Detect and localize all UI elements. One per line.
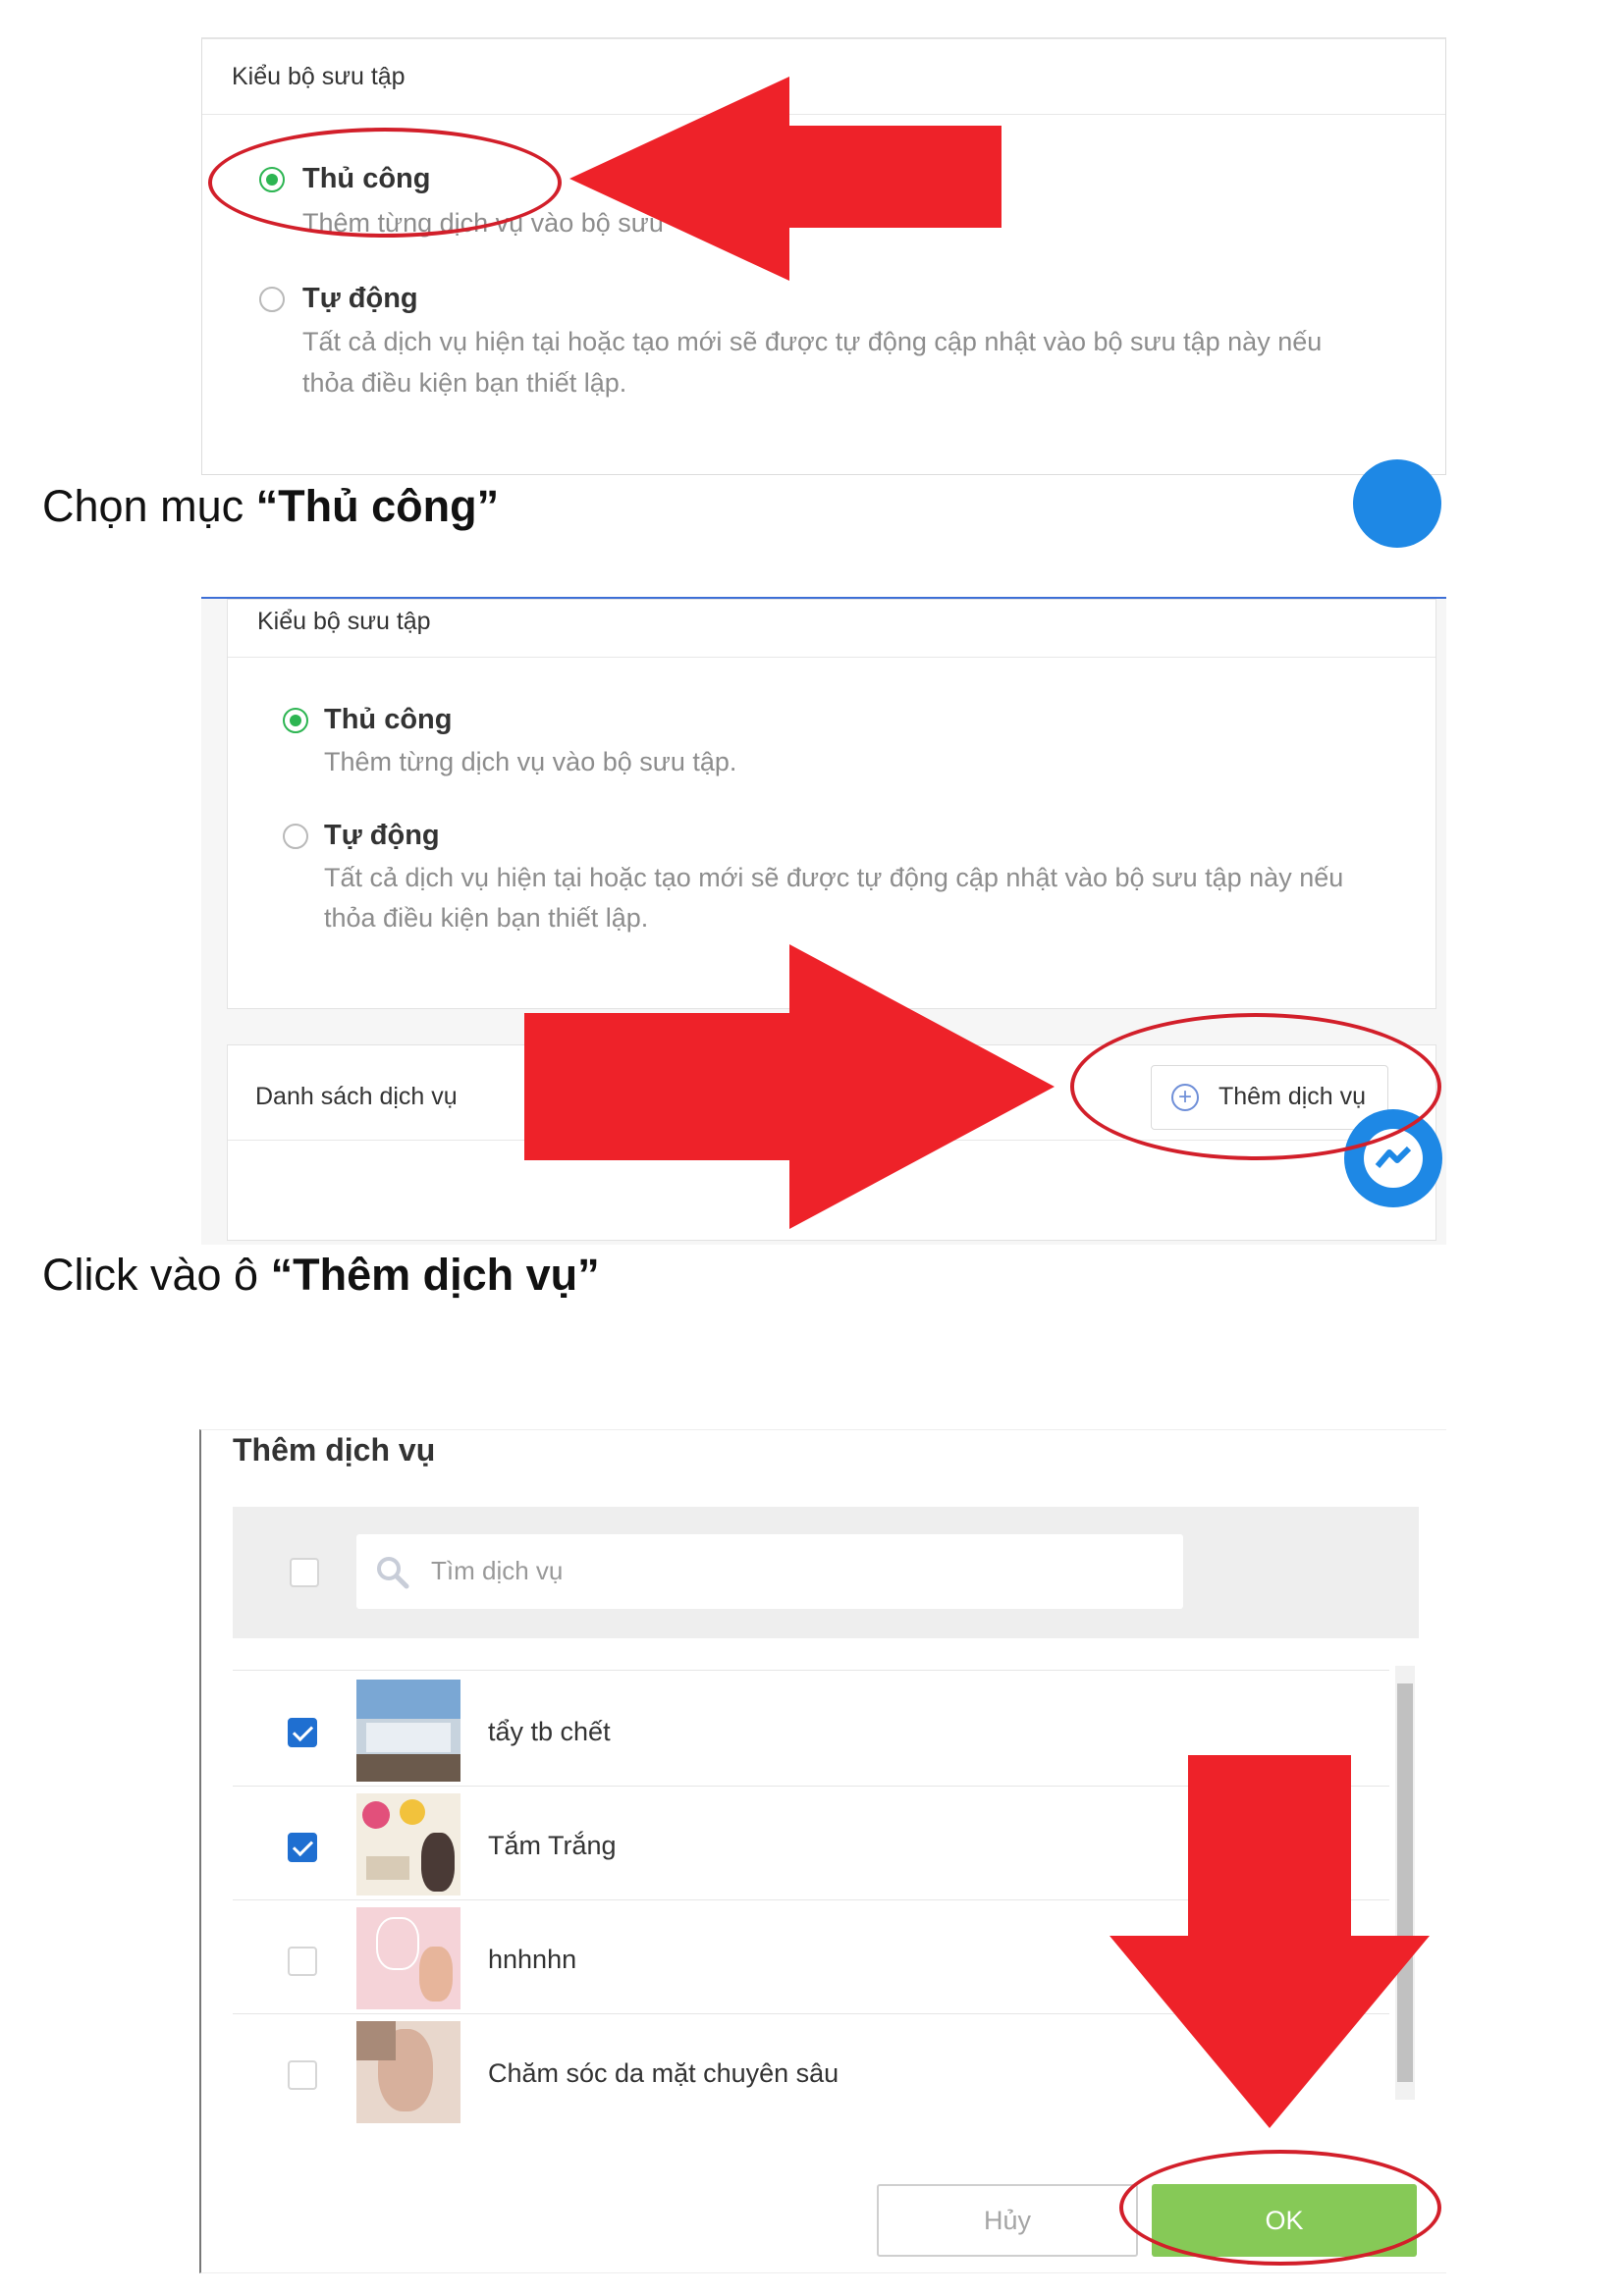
- auto-radio[interactable]: [259, 287, 285, 312]
- caption-bold: “Thủ công”: [255, 481, 500, 531]
- step1-caption: Chọn mục “Thủ công”: [42, 481, 499, 532]
- service-name: Tắm Trắng: [488, 1831, 617, 1860]
- select-all-checkbox[interactable]: [290, 1558, 319, 1587]
- search-icon: [377, 1557, 409, 1589]
- step2-caption: Click vào ô “Thêm dịch vụ”: [42, 1250, 600, 1301]
- arrow-icon: [1110, 1755, 1430, 2128]
- auto-description-line2: thỏa điều kiện bạn thiết lập.: [302, 368, 627, 398]
- search-bar-area: Tìm dịch vụ: [233, 1507, 1419, 1638]
- item-checkbox[interactable]: [288, 1947, 317, 1976]
- auto-description-line1: Tất cả dịch vụ hiện tại hoặc tạo mới sẽ …: [302, 327, 1323, 356]
- divider: [228, 657, 1435, 658]
- item-checkbox[interactable]: [288, 1718, 317, 1747]
- highlight-ellipse: [1119, 2150, 1441, 2266]
- caption-text: Click vào ô: [42, 1250, 271, 1300]
- collection-type-title: Kiểu bộ sưu tập: [232, 63, 406, 90]
- highlight-ellipse: [1070, 1013, 1441, 1160]
- item-checkbox[interactable]: [288, 1833, 317, 1862]
- dialog-title: Thêm dịch vụ: [233, 1432, 436, 1468]
- search-input[interactable]: Tìm dịch vụ: [356, 1534, 1183, 1609]
- collection-type-title: Kiểu bộ sưu tập: [257, 608, 431, 635]
- service-thumbnail: [356, 1680, 460, 1782]
- auto-description-line1: Tất cả dịch vụ hiện tại hoặc tạo mới sẽ …: [324, 863, 1344, 892]
- service-list-title: Danh sách dịch vụ: [255, 1083, 458, 1110]
- service-name: Chăm sóc da mặt chuyên sâu: [488, 2058, 839, 2088]
- manual-label[interactable]: Thủ công: [324, 704, 452, 736]
- divider: [233, 1670, 1389, 1671]
- cancel-button[interactable]: Hủy: [877, 2184, 1138, 2257]
- item-checkbox[interactable]: [288, 2060, 317, 2090]
- auto-label[interactable]: Tự động: [302, 283, 418, 315]
- manual-radio[interactable]: [283, 708, 308, 733]
- arrow-icon: [569, 77, 1001, 281]
- service-thumbnail: [356, 1907, 460, 2009]
- caption-bold: “Thêm dịch vụ”: [270, 1250, 600, 1300]
- arrow-icon: [524, 944, 1055, 1229]
- messenger-icon[interactable]: [1353, 459, 1441, 548]
- service-name: hnhnhn: [488, 1945, 577, 1974]
- highlight-ellipse: [208, 128, 562, 238]
- service-name: tẩy tb chết: [488, 1717, 611, 1746]
- service-thumbnail: [356, 2021, 460, 2123]
- auto-description-line2: thỏa điều kiện bạn thiết lập.: [324, 903, 649, 933]
- auto-radio[interactable]: [283, 824, 308, 849]
- auto-label[interactable]: Tự động: [324, 820, 440, 852]
- manual-description: Thêm từng dịch vụ vào bộ sưu tập.: [324, 747, 737, 776]
- caption-text: Chọn mục: [42, 481, 256, 531]
- cancel-label: Hủy: [983, 2206, 1031, 2235]
- search-placeholder: Tìm dịch vụ: [431, 1556, 564, 1585]
- service-thumbnail: [356, 1793, 460, 1896]
